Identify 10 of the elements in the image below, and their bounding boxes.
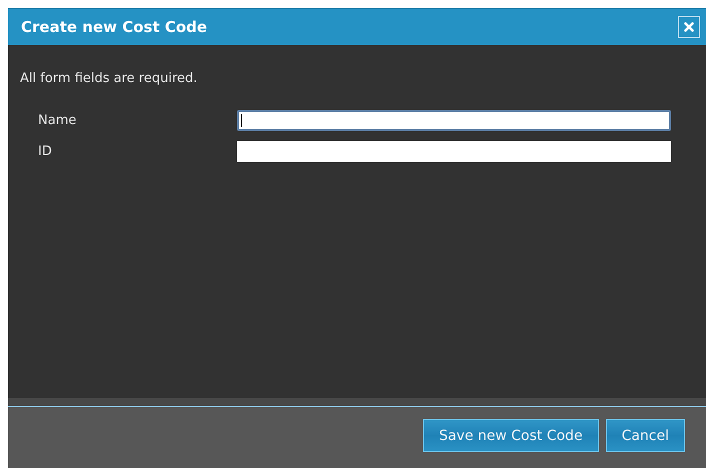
input-field[interactable] (237, 110, 671, 131)
close-icon (684, 22, 694, 32)
save-button[interactable]: Save new Cost Code (422, 419, 599, 452)
close-button[interactable] (678, 16, 700, 38)
field-label: Name (38, 113, 78, 128)
input-field[interactable] (237, 141, 671, 162)
instruction-text: All form fields are required. (20, 71, 198, 86)
cancel-button[interactable]: Cancel (606, 419, 685, 452)
field-label: ID (38, 144, 53, 159)
window-title: Create new Cost Code (21, 18, 208, 36)
